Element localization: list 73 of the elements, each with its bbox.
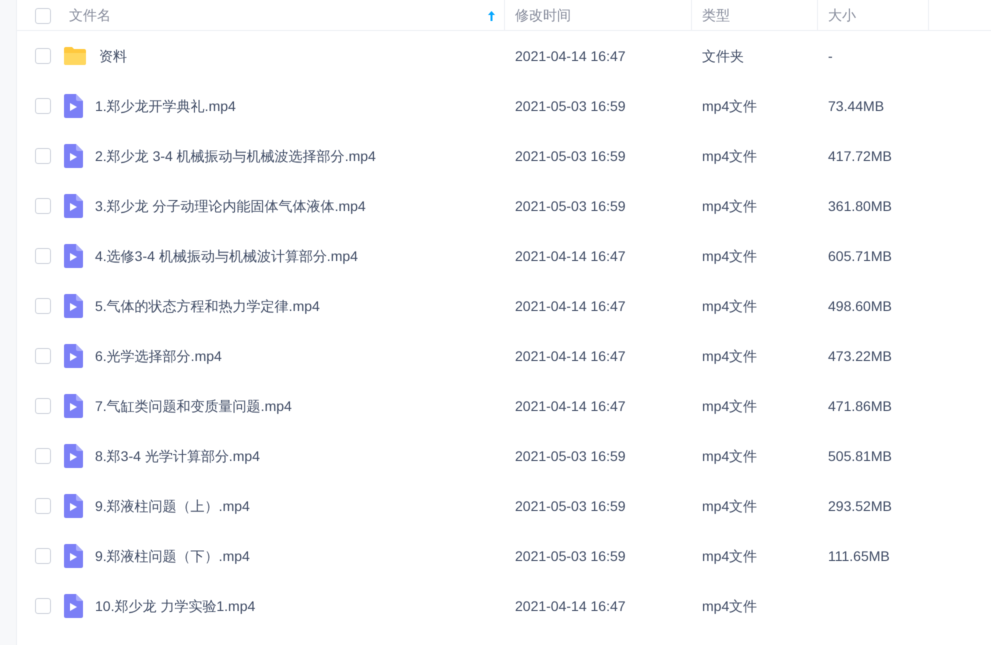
checkbox[interactable] (35, 8, 51, 24)
video-file-icon (63, 294, 83, 318)
file-type: mp4文件 (701, 96, 758, 116)
file-size: 417.72MB (827, 146, 893, 166)
modified-time: 2021-05-03 16:59 (514, 96, 627, 116)
modified-time: 2021-04-14 16:47 (514, 396, 627, 416)
file-size: 111.65MB (827, 546, 891, 566)
modified-time: 2021-05-03 16:59 (514, 146, 627, 166)
file-size: 471.86MB (827, 396, 893, 416)
video-file-icon (63, 144, 83, 168)
video-file-icon (63, 594, 83, 618)
file-size: 505.81MB (827, 446, 893, 466)
video-file-icon (63, 394, 83, 418)
file-size: 73.44MB (827, 96, 886, 116)
checkbox[interactable] (35, 348, 51, 364)
sort-arrow-icon[interactable] (487, 10, 496, 22)
video-file-icon (63, 494, 83, 518)
file-size: 473.22MB (827, 346, 893, 366)
checkbox[interactable] (35, 298, 51, 314)
file-type: mp4文件 (701, 296, 758, 316)
video-file-icon (63, 544, 83, 568)
file-name[interactable]: 8.郑3-4 光学计算部分.mp4 (95, 446, 260, 466)
file-type: mp4文件 (701, 396, 758, 416)
modified-time: 2021-04-14 16:47 (514, 346, 627, 366)
file-type: mp4文件 (701, 496, 758, 516)
checkbox[interactable] (35, 548, 51, 564)
modified-time: 2021-04-14 16:47 (514, 246, 627, 266)
file-type: mp4文件 (701, 196, 758, 216)
file-size: - (827, 46, 834, 66)
file-type: mp4文件 (701, 446, 758, 466)
modified-time: 2021-04-14 16:47 (514, 46, 627, 66)
file-name[interactable]: 2.郑少龙 3-4 机械振动与机械波选择部分.mp4 (95, 146, 376, 166)
file-name[interactable]: 9.郑液柱问题（上）.mp4 (95, 496, 250, 516)
file-type: mp4文件 (701, 596, 758, 616)
file-name[interactable]: 9.郑液柱问题（下）.mp4 (95, 546, 250, 566)
checkbox[interactable] (35, 498, 51, 514)
file-type: 文件夹 (701, 46, 745, 66)
video-file-icon (63, 94, 83, 118)
checkbox[interactable] (35, 598, 51, 614)
checkbox[interactable] (35, 48, 51, 64)
checkbox[interactable] (35, 248, 51, 264)
file-name[interactable]: 6.光学选择部分.mp4 (95, 346, 222, 366)
file-size: 293.52MB (827, 496, 893, 516)
video-file-icon (63, 194, 83, 218)
checkbox[interactable] (35, 98, 51, 114)
file-type: mp4文件 (701, 146, 758, 166)
video-file-icon (63, 244, 83, 268)
checkbox[interactable] (35, 448, 51, 464)
modified-time: 2021-04-14 16:47 (514, 296, 627, 316)
file-name[interactable]: 7.气缸类问题和变质量问题.mp4 (95, 396, 292, 416)
checkbox[interactable] (35, 398, 51, 414)
file-name[interactable]: 4.选修3-4 机械振动与机械波计算部分.mp4 (95, 246, 358, 266)
video-file-icon (63, 444, 83, 468)
file-type: mp4文件 (701, 546, 758, 566)
video-file-icon (63, 344, 83, 368)
file-size: 498.60MB (827, 296, 893, 316)
file-name[interactable]: 资料 (99, 46, 127, 66)
modified-time: 2021-04-14 16:47 (514, 596, 627, 616)
modified-time: 2021-05-03 16:59 (514, 446, 627, 466)
file-size: 361.80MB (827, 196, 893, 216)
file-type: mp4文件 (701, 246, 758, 266)
file-name[interactable]: 10.郑少龙 力学实验1.mp4 (95, 596, 256, 616)
modified-time: 2021-05-03 16:59 (514, 546, 627, 566)
file-name[interactable]: 5.气体的状态方程和热力学定律.mp4 (95, 296, 320, 316)
file-name[interactable]: 1.郑少龙开学典礼.mp4 (95, 96, 236, 116)
checkbox[interactable] (35, 148, 51, 164)
file-name[interactable]: 3.郑少龙 分子动理论内能固体气体液体.mp4 (95, 196, 366, 216)
folder-icon (63, 46, 87, 66)
checkbox[interactable] (35, 198, 51, 214)
file-type: mp4文件 (701, 346, 758, 366)
modified-time: 2021-05-03 16:59 (514, 196, 627, 216)
modified-time: 2021-05-03 16:59 (514, 496, 627, 516)
file-size: 605.71MB (827, 246, 893, 266)
